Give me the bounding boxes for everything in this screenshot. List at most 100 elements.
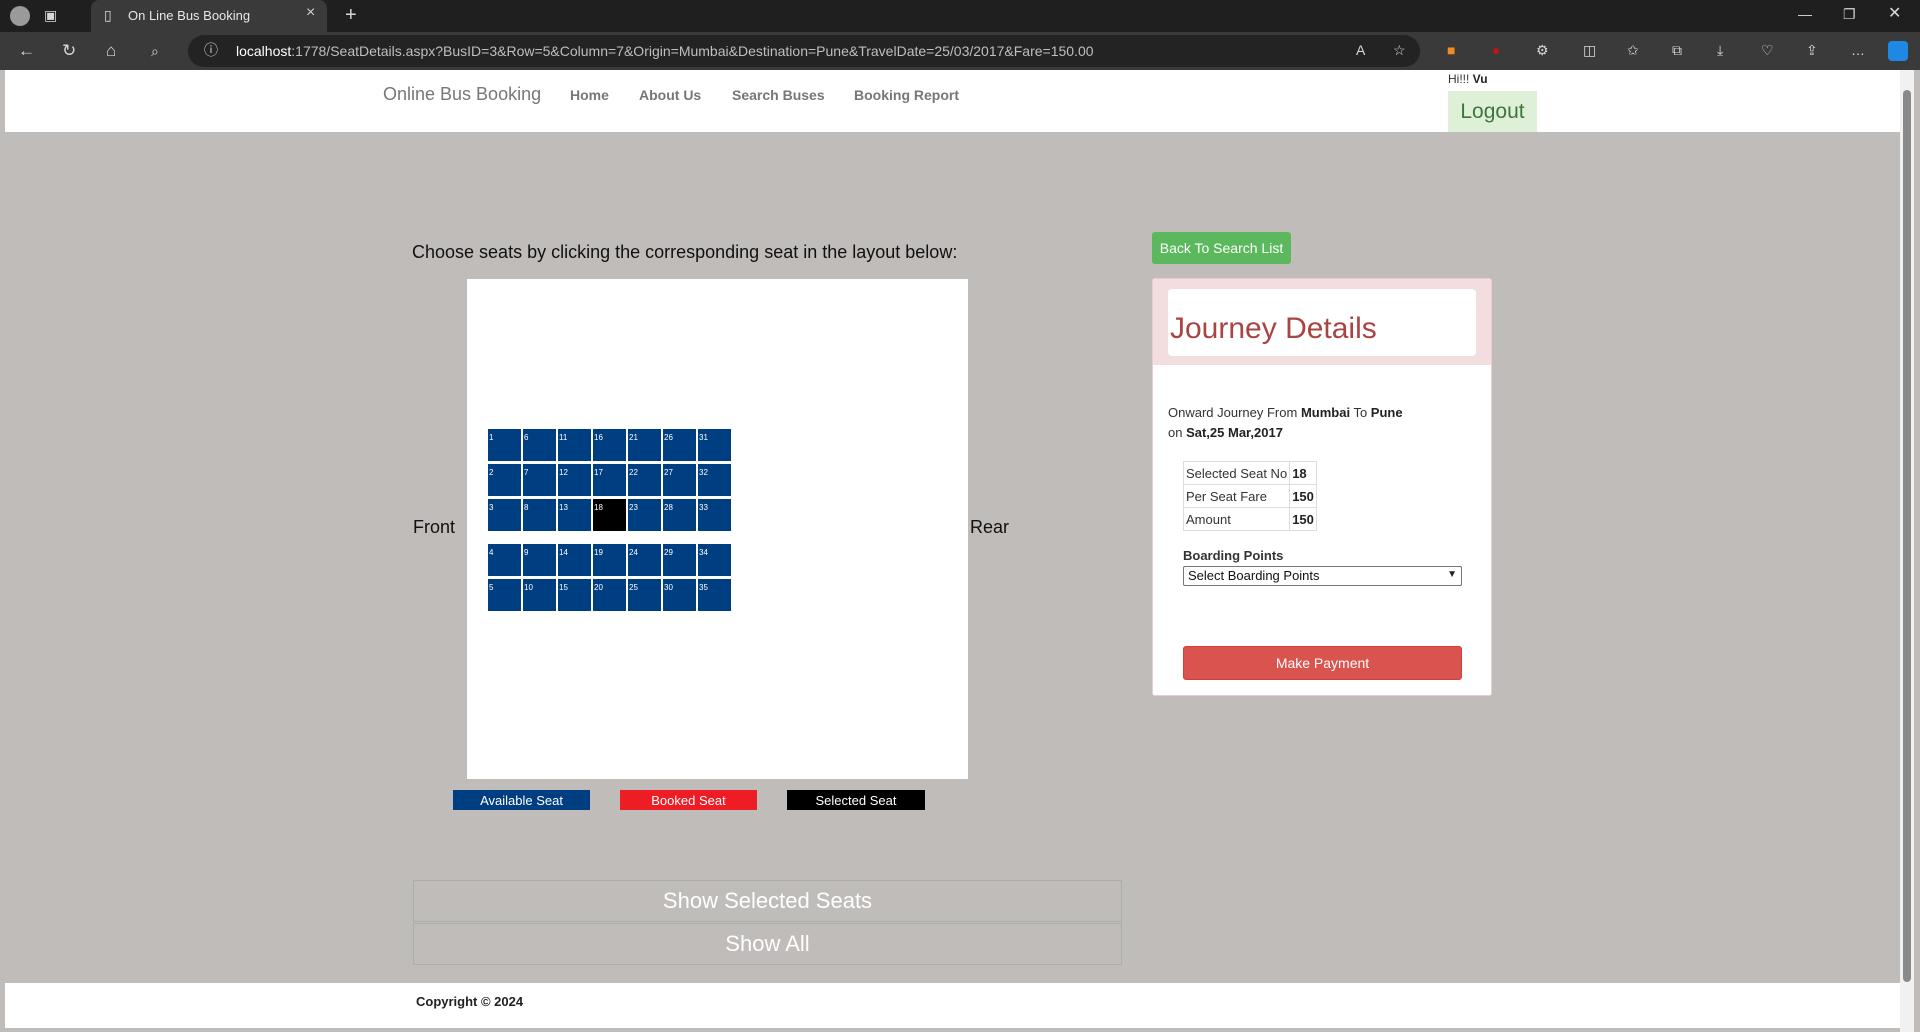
favorite-star-icon[interactable]: ☆	[1393, 43, 1406, 57]
seat-22[interactable]: 22	[628, 464, 661, 496]
seat-20[interactable]: 20	[593, 579, 626, 611]
seat-25[interactable]: 25	[628, 579, 661, 611]
seat-30[interactable]: 30	[663, 579, 696, 611]
workspaces-icon[interactable]: ▣	[44, 8, 57, 22]
seat-35[interactable]: 35	[698, 579, 731, 611]
refresh-icon[interactable]: ↻	[62, 42, 76, 59]
seat-18[interactable]: 18	[593, 499, 626, 531]
seat-26[interactable]: 26	[663, 429, 696, 461]
seat-34[interactable]: 34	[698, 544, 731, 576]
fare-value: 18	[1289, 461, 1317, 485]
seat-19[interactable]: 19	[593, 544, 626, 576]
fare-value: 150	[1289, 484, 1317, 508]
seat-instruction: Choose seats by clicking the correspondi…	[412, 242, 958, 262]
seat-3[interactable]: 3	[488, 499, 521, 531]
nav-link-about[interactable]: About Us	[639, 87, 701, 103]
page-footer	[5, 983, 1900, 1028]
boarding-points-label: Boarding Points	[1183, 548, 1284, 563]
search-icon[interactable]: ⌕	[151, 44, 159, 58]
extensions-icon[interactable]: ⚙	[1536, 43, 1549, 57]
onward-journey-text: Onward Journey From Mumbai To Pune on Sa…	[1168, 405, 1403, 440]
seat-13[interactable]: 13	[558, 499, 591, 531]
fare-value: 150	[1289, 507, 1317, 531]
user-greeting: Hi!!! Vu	[1448, 72, 1488, 86]
seat-7[interactable]: 7	[523, 464, 556, 496]
seat-28[interactable]: 28	[663, 499, 696, 531]
downloads-icon[interactable]: ⤓	[1717, 43, 1723, 57]
window-close-icon[interactable]: ✕	[1888, 6, 1901, 22]
seat-12[interactable]: 12	[558, 464, 591, 496]
legend-available-seat: Available Seat	[453, 790, 590, 810]
collections-icon[interactable]: ⧉	[1672, 43, 1682, 57]
split-screen-icon[interactable]: ◫	[1583, 43, 1596, 57]
boarding-points-select[interactable]: Select Boarding Points ▼	[1183, 566, 1462, 586]
fare-label: Selected Seat No	[1182, 461, 1291, 485]
browser-tab[interactable]: ▯ On Line Bus Booking ×	[91, 0, 327, 32]
site-brand[interactable]: Online Bus Booking	[383, 84, 541, 105]
nav-link-search-buses[interactable]: Search Buses	[732, 87, 825, 103]
seat-31[interactable]: 31	[698, 429, 731, 461]
legend-selected-seat: Selected Seat	[787, 790, 925, 810]
seat-2[interactable]: 2	[488, 464, 521, 496]
new-tab-icon[interactable]: +	[345, 5, 357, 25]
seat-11[interactable]: 11	[558, 429, 591, 461]
nav-link-booking-report[interactable]: Booking Report	[854, 87, 959, 103]
front-label: Front	[413, 517, 456, 537]
seat-32[interactable]: 32	[698, 464, 731, 496]
destination-city: Pune	[1370, 405, 1403, 420]
table-row: Selected Seat No 18	[1182, 461, 1317, 485]
scrollbar-thumb[interactable]	[1903, 90, 1911, 982]
seat-23[interactable]: 23	[628, 499, 661, 531]
tab-close-icon[interactable]: ×	[306, 4, 315, 22]
profile-avatar-icon[interactable]	[10, 6, 30, 26]
performance-icon[interactable]: ♡	[1761, 43, 1774, 57]
show-all-button[interactable]: Show All	[413, 923, 1122, 965]
back-to-search-list-button[interactable]: Back To Search List	[1152, 232, 1291, 264]
share-icon[interactable]: ⇪	[1806, 43, 1818, 57]
site-info-icon[interactable]: ⓘ	[204, 43, 218, 57]
seat-8[interactable]: 8	[523, 499, 556, 531]
nav-link-home[interactable]: Home	[570, 87, 609, 103]
seat-29[interactable]: 29	[663, 544, 696, 576]
table-row: Per Seat Fare 150	[1182, 484, 1317, 508]
more-menu-icon[interactable]: …	[1851, 43, 1865, 57]
address-bar[interactable]: ⓘ localhost:1778/SeatDetails.aspx?BusID=…	[188, 35, 1420, 67]
seat-6[interactable]: 6	[523, 429, 556, 461]
back-icon[interactable]: ←	[18, 42, 35, 59]
seat-27[interactable]: 27	[663, 464, 696, 496]
favorites-icon[interactable]: ✩	[1627, 43, 1639, 57]
extension-fox-icon[interactable]: ■	[1447, 43, 1455, 57]
table-row: Amount 150	[1182, 507, 1317, 531]
seat-10[interactable]: 10	[523, 579, 556, 611]
copilot-icon[interactable]	[1888, 41, 1908, 61]
seat-5[interactable]: 5	[488, 579, 521, 611]
url-text: localhost:1778/SeatDetails.aspx?BusID=3&…	[236, 43, 1094, 59]
minimize-icon[interactable]: —	[1798, 7, 1812, 21]
seat-16[interactable]: 16	[593, 429, 626, 461]
page-icon: ▯	[104, 7, 112, 23]
extension-ublock-icon[interactable]: ●	[1492, 43, 1500, 57]
copyright-text: Copyright © 2024	[416, 994, 524, 1009]
seat-9[interactable]: 9	[523, 544, 556, 576]
tab-title: On Line Bus Booking	[128, 8, 251, 23]
chevron-down-icon: ▼	[1447, 569, 1457, 580]
travel-date: Sat,25 Mar,2017	[1186, 425, 1283, 440]
seat-14[interactable]: 14	[558, 544, 591, 576]
seat-21[interactable]: 21	[628, 429, 661, 461]
origin-city: Mumbai	[1300, 405, 1351, 420]
make-payment-button[interactable]: Make Payment	[1183, 646, 1462, 680]
seat-17[interactable]: 17	[593, 464, 626, 496]
fare-table: Selected Seat No 18 Per Seat Fare 150 Am…	[1182, 461, 1317, 531]
fare-label: Per Seat Fare	[1182, 484, 1291, 508]
fare-label: Amount	[1182, 507, 1291, 531]
logout-button[interactable]: Logout	[1448, 91, 1537, 132]
seat-24[interactable]: 24	[628, 544, 661, 576]
seat-4[interactable]: 4	[488, 544, 521, 576]
read-aloud-icon[interactable]: A	[1356, 43, 1365, 57]
show-selected-seats-button[interactable]: Show Selected Seats	[413, 880, 1122, 922]
home-icon[interactable]: ⌂	[106, 42, 116, 59]
seat-1[interactable]: 1	[488, 429, 521, 461]
restore-icon[interactable]: ❐	[1843, 7, 1856, 21]
seat-15[interactable]: 15	[558, 579, 591, 611]
seat-33[interactable]: 33	[698, 499, 731, 531]
